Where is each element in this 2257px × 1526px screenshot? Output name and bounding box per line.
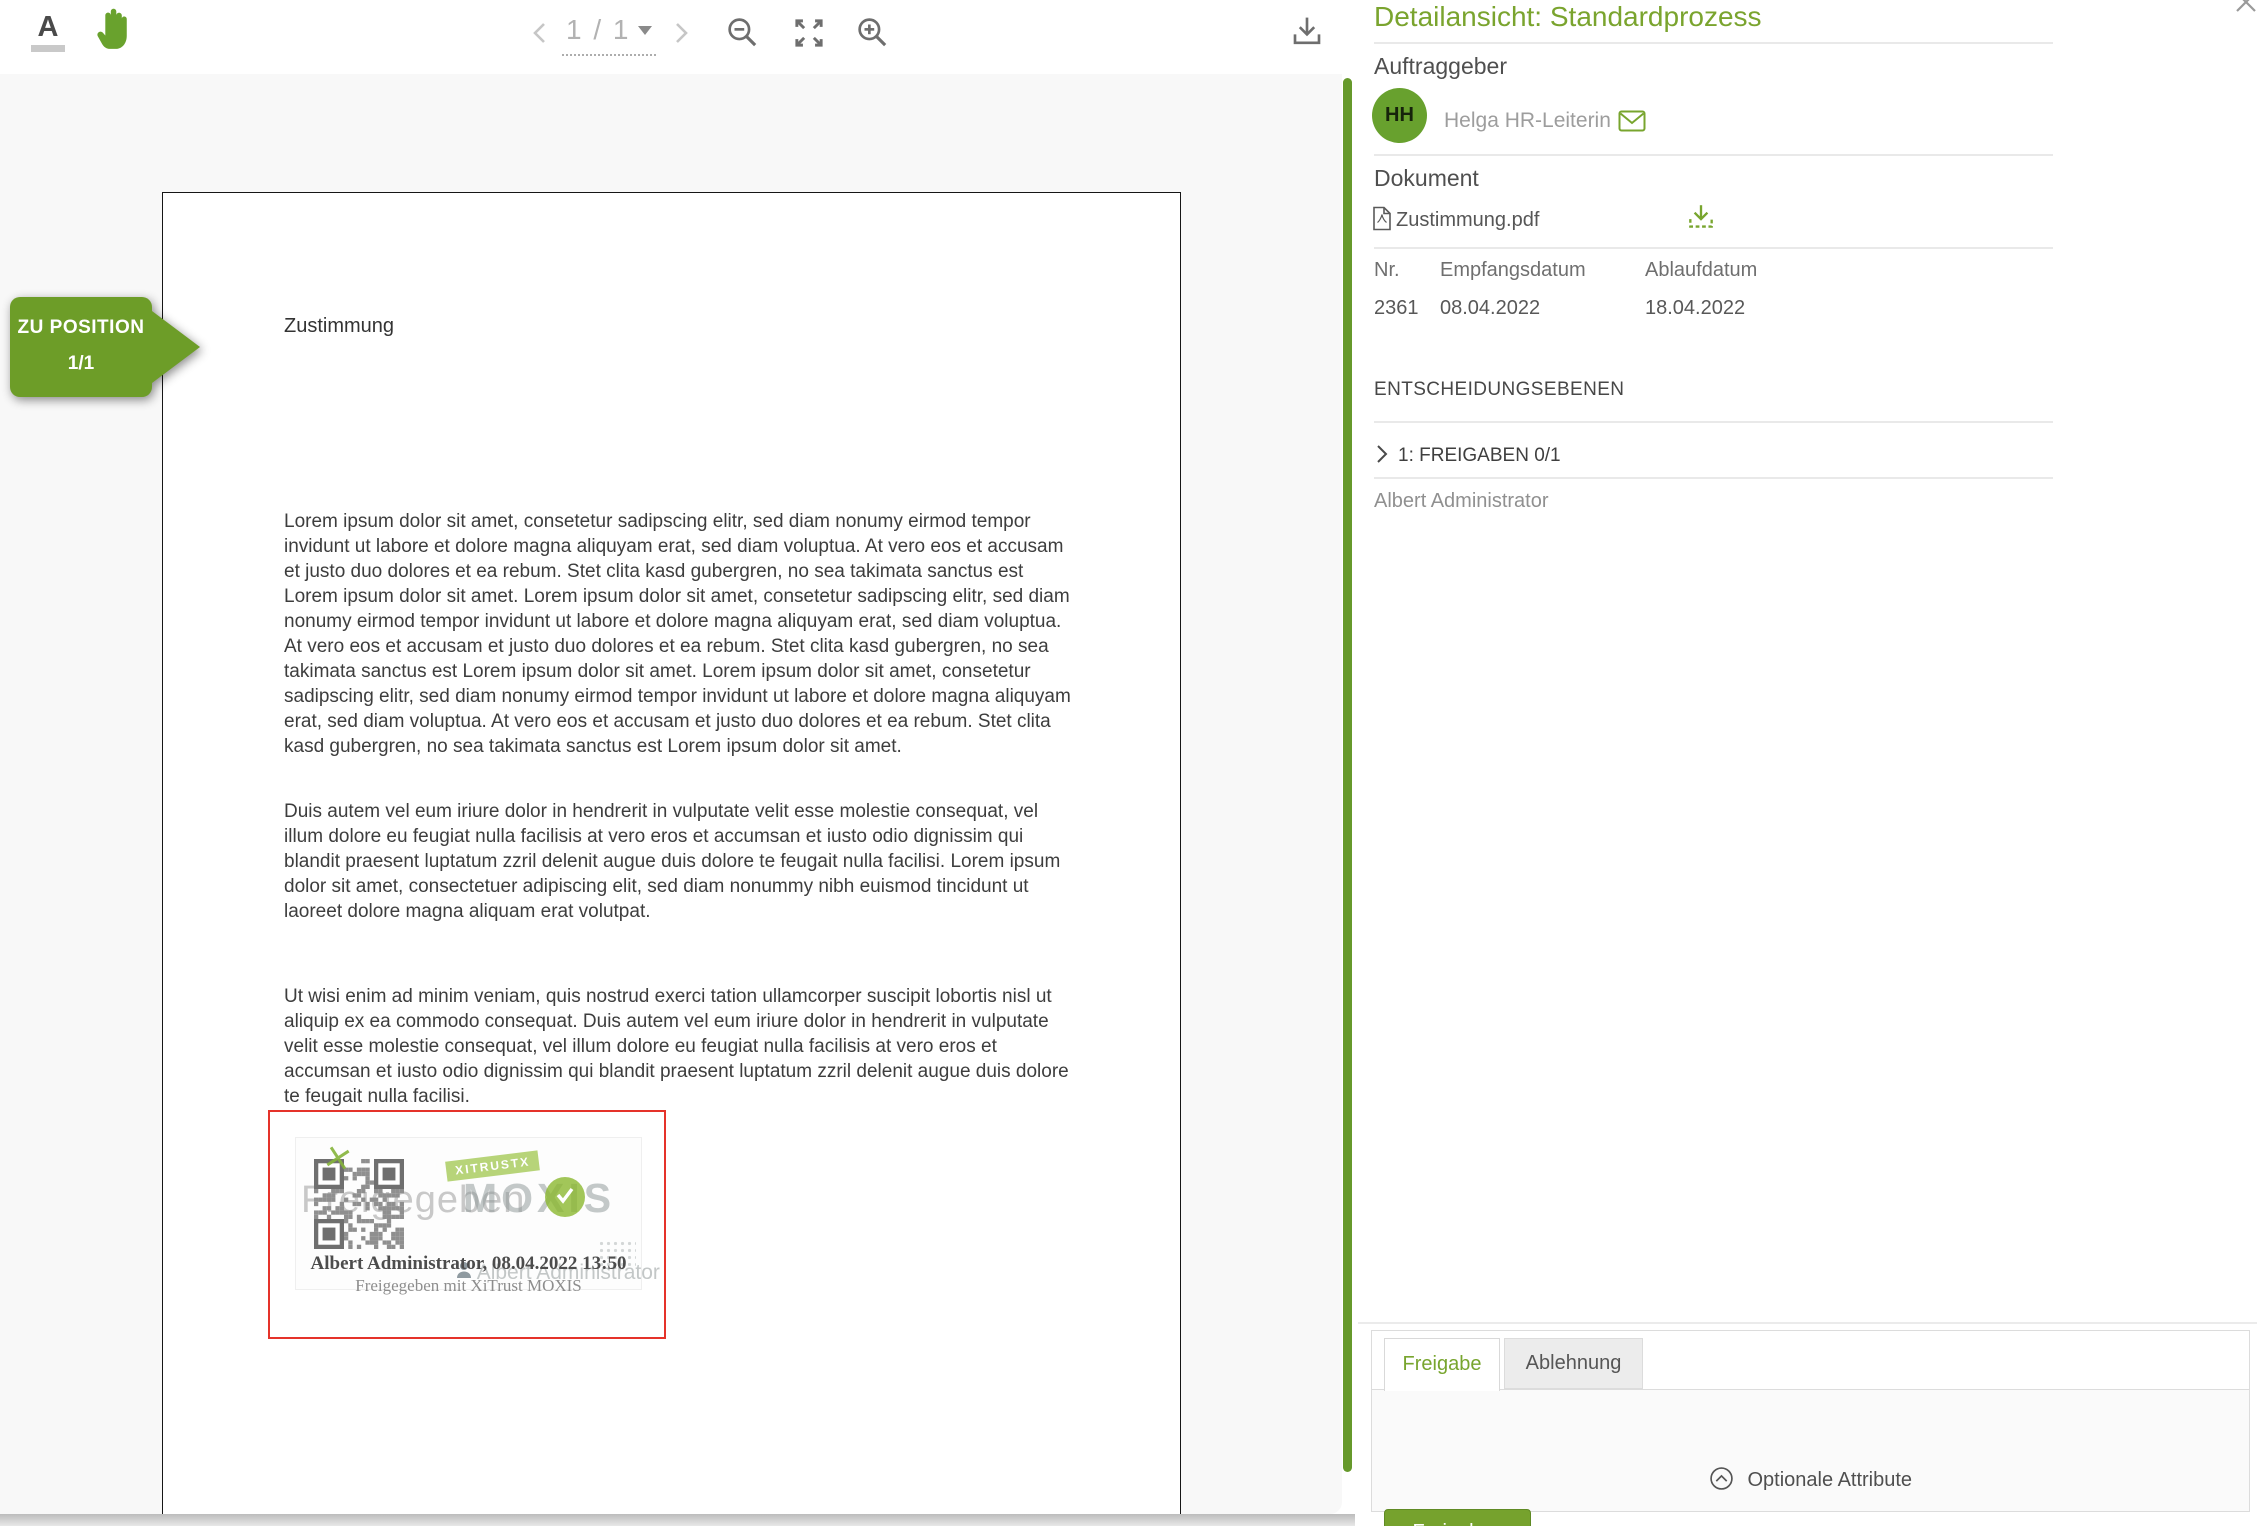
zoom-out-icon [726,37,760,54]
moxis-check-badge [545,1177,585,1217]
meta-value-expiry: 18.04.2022 [1645,297,1745,320]
meta-value-received: 08.04.2022 [1440,297,1540,320]
meta-header-received: Empfangsdatum [1440,259,1586,282]
ribbon-arrow [152,311,200,383]
text-select-tool[interactable]: A [30,12,66,52]
client-name: Helga HR-Leiterin [1444,109,1611,133]
approver-name: Albert Administrator [1374,490,1549,513]
email-icon[interactable] [1618,110,1646,137]
next-page-button[interactable] [670,20,692,51]
divider [1374,421,2053,423]
decision-levels-heading: ENTSCHEIDUNGSEBENEN [1374,379,1624,401]
download-icon [1290,37,1324,54]
zu-position-ribbon[interactable]: ZU POSITION 1/1 [10,297,152,397]
ribbon-count: 1/1 [10,353,152,375]
download-icon [1686,221,1716,238]
fullscreen-icon [792,37,826,54]
document-heading: Zustimmung [284,315,394,338]
chevron-right-icon [670,33,692,50]
zoom-in-icon [856,37,890,54]
horizontal-scrollbar[interactable] [0,1514,1355,1526]
chevron-left-icon [529,33,551,50]
download-file-button[interactable] [1686,202,1716,239]
decision-level-label: 1: FREIGABEN 0/1 [1398,445,1561,467]
caret-down-icon [638,26,652,35]
detail-panel: Detailansicht: Standardprozess Auftragge… [1355,0,2257,1526]
checkmark-icon [552,1182,578,1213]
tab-content: Optionale Attribute Freigeben [1372,1389,2249,1511]
moxis-logo-text: MOXIS [463,1175,615,1222]
pdf-page: Zustimmung Lorem ipsum dolor sit amet, c… [162,192,1181,1526]
panel-title: Detailansicht: Standardprozess [1374,1,1762,33]
document-paragraph: Lorem ipsum dolor sit amet, consetetur s… [284,509,1078,759]
pdf-file-icon [1372,206,1392,236]
page-number: 1 / 1 [566,14,630,45]
action-tab-box: Optionale Attribute Freigeben Freigabe A… [1371,1330,2250,1512]
meta-header-expiry: Ablaufdatum [1645,259,1757,282]
page-indicator[interactable]: 1 / 1 [562,14,656,56]
tab-ablehnung[interactable]: Ablehnung [1504,1338,1643,1389]
chevron-up-circle-icon [1709,1469,1748,1491]
optional-attributes-toggle[interactable]: Optionale Attribute [1372,1466,2249,1492]
document-paragraph: Duis autem vel eum iriure dolor in hendr… [284,799,1078,924]
viewer-canvas[interactable]: Zustimmung Lorem ipsum dolor sit amet, c… [0,74,1342,1514]
tab-freigabe[interactable]: Freigabe [1384,1338,1500,1391]
stamp-caption: Freigegeben mit XiTrust MOXIS [295,1276,642,1296]
approve-button[interactable]: Freigeben [1384,1509,1531,1526]
viewer-toolbar: A 1 / 1 [0,0,1355,74]
document-paragraph: Ut wisi enim ad minim veniam, quis nostr… [284,984,1078,1109]
divider [1374,477,2053,479]
download-document-button[interactable] [1290,14,1324,55]
prev-page-button[interactable] [529,20,551,51]
close-icon[interactable] [2233,0,2257,20]
meta-value-nr: 2361 [1374,297,1419,320]
decision-level-row[interactable]: 1: FREIGABEN 0/1 [1374,441,1390,473]
text-select-label: A [30,12,66,42]
file-name-link[interactable]: Zustimmung.pdf [1396,209,1539,232]
divider [1358,1322,2257,1324]
fit-screen-button[interactable] [792,16,826,55]
chevron-right-icon [1374,452,1390,469]
panel-scrollbar[interactable] [1343,78,1352,1472]
zoom-out-button[interactable] [726,16,760,55]
pan-tool-button[interactable] [94,6,134,55]
text-select-underline [31,45,65,52]
avatar: HH [1372,88,1427,143]
client-heading: Auftraggeber [1374,53,1507,80]
document-section-heading: Dokument [1374,165,1479,192]
divider [1374,247,2053,249]
zoom-in-button[interactable] [856,16,890,55]
qr-green-mark-icon [323,1143,353,1178]
ribbon-label: ZU POSITION [10,317,152,339]
meta-header-nr: Nr. [1374,259,1400,282]
divider [1374,154,2053,156]
hand-icon [94,37,134,54]
stamp-signer-line: Albert Administrator, 08.04.2022 13:50 [295,1253,642,1275]
moxis-app: A 1 / 1 [0,0,2257,1526]
divider [1374,42,2053,44]
optional-attributes-label: Optionale Attribute [1748,1469,1913,1491]
